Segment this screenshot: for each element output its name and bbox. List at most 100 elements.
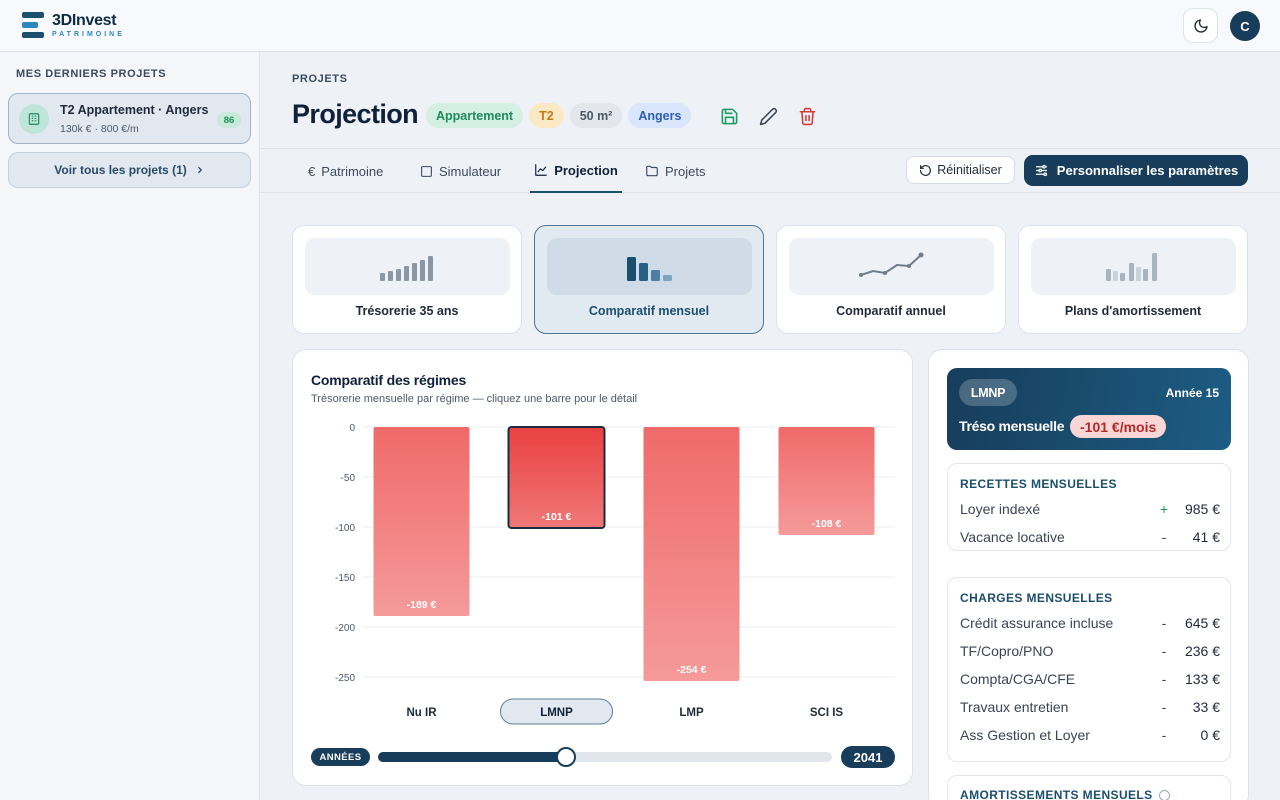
tag-type: Appartement <box>426 103 524 128</box>
row-value: 133 € <box>1184 671 1220 687</box>
pencil-icon <box>759 107 777 125</box>
view-card-tresorerie[interactable]: Trésorerie 35 ans <box>292 225 522 334</box>
charge-row: Ass Gestion et Loyer - 0 € <box>960 727 1220 747</box>
reset-label: Réinitialiser <box>937 163 1002 177</box>
breadcrumb[interactable]: PROJETS <box>292 73 348 85</box>
folder-icon <box>646 165 658 177</box>
delete-button[interactable] <box>797 106 817 126</box>
line-chart-icon <box>535 164 548 176</box>
year-slider[interactable] <box>378 747 832 767</box>
year-value: 2041 <box>841 746 895 768</box>
avatar[interactable]: C <box>1230 11 1260 41</box>
tab-patrimoine[interactable]: € Patrimoine <box>308 149 383 193</box>
charge-row: Travaux entretien - 33 € <box>960 699 1220 719</box>
euro-icon: € <box>308 163 316 179</box>
tag-surface: 50 m² <box>569 103 623 128</box>
x-category-label[interactable]: LMNP <box>540 707 573 719</box>
tab-label: Projection <box>554 162 618 178</box>
building-icon <box>19 104 49 134</box>
bars-thumbnail-icon <box>305 238 510 295</box>
bar-data-label: -254 € <box>677 664 707 676</box>
top-bar: 3DInvest PATRIMOINE C <box>0 0 1280 52</box>
customize-parameters-button[interactable]: Personnaliser les paramètres <box>1024 155 1248 186</box>
x-category-label[interactable]: LMP <box>679 707 704 719</box>
charge-row: Crédit assurance incluse - 645 € <box>960 615 1220 635</box>
tag-rooms: T2 <box>529 103 564 128</box>
y-tick-label: -50 <box>341 473 356 484</box>
tag-city: Angers <box>628 103 692 128</box>
chart-panel: Comparatif des régimes Trésorerie mensue… <box>292 349 913 786</box>
view-label: Comparatif mensuel <box>588 304 710 318</box>
recettes-box: RECETTES MENSUELLES Loyer indexé + 985 €… <box>947 463 1231 551</box>
view-label: Plans d'amortissement <box>1064 304 1202 318</box>
view-card-plans-amortissement[interactable]: Plans d'amortissement <box>1018 225 1248 334</box>
recettes-title: RECETTES MENSUELLES <box>960 477 1117 491</box>
tab-projection[interactable]: Projection <box>530 149 622 193</box>
save-icon <box>721 108 737 124</box>
amortissements-box: AMORTISSEMENTS MENSUELS <box>947 775 1231 800</box>
app-logo[interactable]: 3DInvest PATRIMOINE <box>22 12 125 38</box>
tab-projets[interactable]: Projets <box>645 149 705 193</box>
stacked-bars-thumbnail-icon <box>1031 238 1236 295</box>
logo-icon <box>22 12 46 38</box>
y-tick-label: -250 <box>335 673 355 684</box>
row-value: 985 € <box>1184 501 1220 517</box>
see-all-label: Voir tous les projets (1) <box>54 163 187 177</box>
project-score-badge: 86 <box>217 112 241 128</box>
recette-row: Vacance locative - 41 € <box>960 529 1220 549</box>
sidebar-title: MES DERNIERS PROJETS <box>16 68 167 80</box>
bar-nu-ir[interactable] <box>373 427 470 616</box>
moon-icon <box>1193 18 1208 33</box>
row-sign: - <box>1161 643 1167 659</box>
years-label: ANNÉES <box>311 748 370 766</box>
tab-label: Patrimoine <box>321 163 384 179</box>
x-category-label[interactable]: SCI IS <box>810 707 844 719</box>
row-sign: + <box>1159 501 1169 517</box>
bar-data-label: -189 € <box>407 599 437 611</box>
view-card-comparatif-mensuel[interactable]: Comparatif mensuel <box>534 225 764 334</box>
regimes-bar-chart: 0 -50 -100 -150 -200 -250 -189 € Nu IR -101 € LMN… <box>335 423 895 725</box>
sidebar: MES DERNIERS PROJETS T2 Appartement · An… <box>0 52 260 800</box>
view-card-comparatif-annuel[interactable]: Comparatif annuel <box>776 225 1006 334</box>
see-all-projects-button[interactable]: Voir tous les projets (1) <box>8 152 251 188</box>
year-slider-thumb[interactable] <box>556 747 577 767</box>
year-label: Année 15 <box>1165 386 1219 400</box>
x-category-label[interactable]: Nu IR <box>406 707 437 719</box>
view-label: Comparatif annuel <box>836 304 946 318</box>
project-meta: 130k € · 800 €/m <box>60 123 139 135</box>
row-label: TF/Copro/PNO <box>960 643 1054 659</box>
row-label: Ass Gestion et Loyer <box>960 727 1090 743</box>
y-tick-label: -150 <box>335 573 355 584</box>
tab-simulateur[interactable]: Simulateur <box>420 149 501 193</box>
info-icon[interactable] <box>1158 790 1170 800</box>
treso-label: Tréso mensuelle <box>959 418 1065 434</box>
row-label: Vacance locative <box>960 529 1065 545</box>
page-title: Projection <box>292 99 419 129</box>
row-value: 41 € <box>1192 529 1220 545</box>
row-sign: - <box>1161 615 1167 631</box>
square-icon <box>421 165 432 177</box>
row-label: Loyer indexé <box>960 501 1041 517</box>
row-sign: - <box>1161 671 1167 687</box>
row-value: 33 € <box>1192 699 1220 715</box>
bar-data-label: -101 € <box>542 511 572 523</box>
tab-label: Projets <box>665 163 706 179</box>
theme-toggle-button[interactable] <box>1183 8 1218 43</box>
params-label: Personnaliser les paramètres <box>1056 163 1239 178</box>
charge-row: Compta/CGA/CFE - 133 € <box>960 671 1220 691</box>
row-sign: - <box>1161 727 1167 743</box>
y-tick-label: -200 <box>335 623 355 634</box>
row-sign: - <box>1161 699 1167 715</box>
brand-sub: PATRIMOINE <box>52 30 125 38</box>
edit-button[interactable] <box>758 106 778 126</box>
row-label: Travaux entretien <box>960 699 1069 715</box>
recent-project-card[interactable]: T2 Appartement · Angers 130k € · 800 €/m… <box>8 93 251 144</box>
row-sign: - <box>1161 529 1167 545</box>
y-tick-label: -100 <box>335 523 355 534</box>
save-button[interactable] <box>719 106 739 126</box>
reset-icon <box>920 164 932 176</box>
charge-row: TF/Copro/PNO - 236 € <box>960 643 1220 663</box>
bar-lmp[interactable] <box>643 427 740 681</box>
reset-button[interactable]: Réinitialiser <box>906 156 1015 184</box>
row-value: 645 € <box>1184 615 1220 631</box>
